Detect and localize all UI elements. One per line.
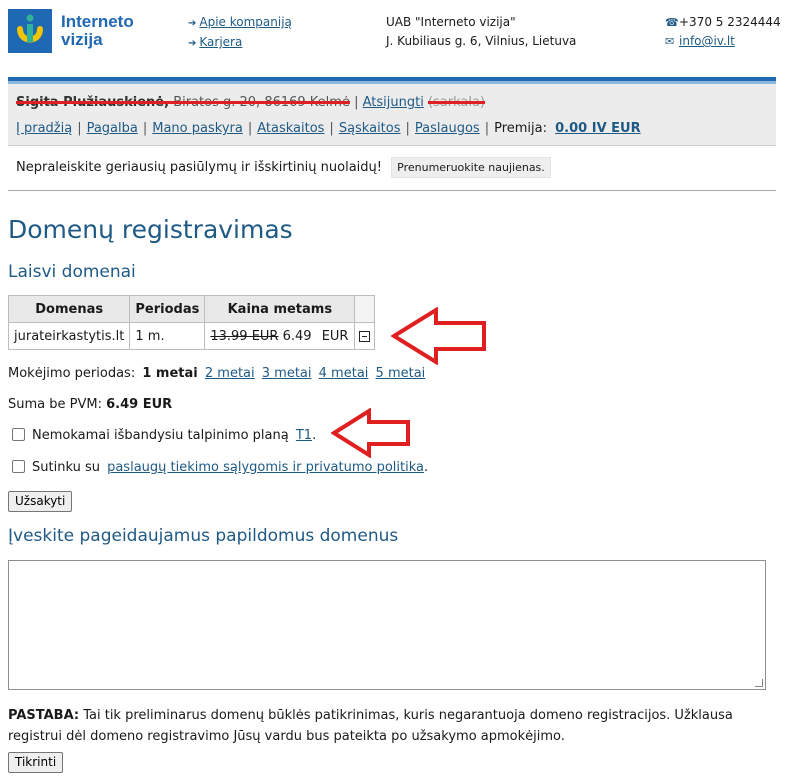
email-link[interactable]: info@iv.lt [679,34,735,48]
nav-invoices[interactable]: Sąskaitos [339,121,401,136]
price-currency: EUR [321,328,349,344]
terms-suffix: . [424,460,429,475]
terms-checkbox[interactable] [12,460,25,473]
total-value: 6.49 EUR [106,397,173,412]
promo-text: Nepraleiskite geriausių pasiūlymų ir išs… [16,160,382,175]
note: PASTABA: Tai tik preliminarus domenų būk… [8,705,778,747]
total-label: Suma be PVM: [8,397,102,412]
nav-help[interactable]: Pagalba [87,121,138,136]
billing-label: Mokėjimo periodas: [8,366,136,381]
contact-info: ☎+370 5 2324444 ✉ info@iv.lt [665,13,781,51]
brand-name-line1: Interneto [61,12,134,31]
trial-plan-link[interactable]: T1 [296,428,312,443]
trial-option: Nemokamai išbandysiu talpinimo planą T1. [8,428,316,443]
note-label: PASTABA: [8,708,80,723]
billing-period: Mokėjimo periodas: 1 metai 2 metai 3 met… [8,366,425,381]
column-header-action [354,295,376,323]
logo-mark-icon [8,9,52,53]
user-extra: (sarkala) [427,95,486,110]
period-cell: 1 m. [129,322,206,350]
order-button[interactable]: Užsakyti [8,491,73,512]
premium-value-link[interactable]: 0.00 IV EUR [555,121,640,136]
phone-number: +370 5 2324444 [679,15,781,29]
user-address: Biratos g. 20, 86169 Kelmė [169,95,350,110]
header-links: ➔ Apie kompaniją ➔ Karjera [188,13,292,53]
annotation-arrow [391,307,486,365]
more-domains-heading: Įveskite pageidaujamus papildomus domenu… [8,526,399,546]
note-text: Tai tik preliminarus domenų būklės patik… [8,708,733,744]
premium-label: Premija: [494,121,547,136]
domain-cell: jurateirkastytis.lt [7,322,131,350]
domains-table: Domenas Periodas Kaina metams jurateirka… [7,295,376,350]
user-name: Sigita Plužiauskienė, [16,95,170,110]
billing-option-4[interactable]: 4 metai [319,366,369,381]
nav-reports[interactable]: Ataskaitos [257,121,324,136]
arrow-bullet-icon: ➔ [188,38,197,49]
total-line: Suma be PVM: 6.49 EUR [8,397,172,412]
billing-option-3[interactable]: 3 metai [262,366,312,381]
mail-icon: ✉ [665,35,675,48]
old-price: 13.99 EUR [210,328,279,344]
billing-option-5[interactable]: 5 metai [376,366,426,381]
trial-suffix: . [312,428,317,443]
trial-checkbox[interactable] [12,428,25,441]
new-price: 6.49 [282,328,312,344]
resize-grip-icon[interactable] [755,679,763,687]
page-title: Domenų registravimas [8,215,293,244]
annotation-arrow [331,408,410,458]
free-domains-heading: Laisvi domenai [8,262,136,282]
brand-name: Interneto vizija [61,13,134,49]
terms-text: Sutinku su [32,460,100,475]
remove-cell [354,322,376,350]
company-info: UAB "Interneto vizija" J. Kubiliaus g. 6… [386,13,576,51]
terms-link[interactable]: paslaugų tiekimo sąlygomis ir privatumo … [107,460,424,475]
more-domains-textarea[interactable] [8,560,766,690]
logout-link[interactable]: Atsijungti [363,95,424,110]
collapse-minus-icon[interactable] [359,330,371,342]
arrow-bullet-icon: ➔ [188,18,197,29]
column-header-domain: Domenas [7,295,131,323]
company-name: UAB "Interneto vizija" [386,15,516,29]
table-header-row: Domenas Periodas Kaina metams [7,295,376,323]
user-line: Sigita Plužiauskienė, Biratos g. 20, 861… [16,95,486,110]
brand-name-line2: vizija [61,30,103,49]
link-about[interactable]: Apie kompaniją [199,15,292,29]
terms-option: Sutinku su paslaugų tiekimo sąlygomis ir… [8,460,428,475]
account-panel: Sigita Plužiauskienė, Biratos g. 20, 861… [8,84,776,146]
check-button[interactable]: Tikrinti [8,752,64,773]
trial-text: Nemokamai išbandysiu talpinimo planą [32,428,289,443]
subscribe-button[interactable]: Prenumeruokite naujienas. [391,157,551,178]
main-nav: Į pradžią | Pagalba | Mano paskyra | Ataskaito… [16,121,641,136]
nav-services[interactable]: Paslaugos [415,121,480,136]
phone-icon: ☎ [665,16,679,29]
nav-account[interactable]: Mano paskyra [152,121,243,136]
billing-selected: 1 metai [142,366,198,381]
billing-option-2[interactable]: 2 metai [205,366,255,381]
nav-home[interactable]: Į pradžią [16,121,72,136]
link-careers[interactable]: Karjera [199,35,242,49]
company-address: J. Kubiliaus g. 6, Vilnius, Lietuva [386,34,577,48]
brand-logo[interactable]: Interneto vizija [8,9,138,55]
column-header-price: Kaina metams [204,295,356,323]
table-row: jurateirkastytis.lt 1 m. 13.99 EUR 6.49 … [7,322,376,350]
divider [8,190,776,191]
column-header-period: Periodas [129,295,206,323]
promo-bar: Nepraleiskite geriausių pasiūlymų ir išs… [16,157,551,178]
price-cell: 13.99 EUR 6.49 EUR [204,322,356,350]
